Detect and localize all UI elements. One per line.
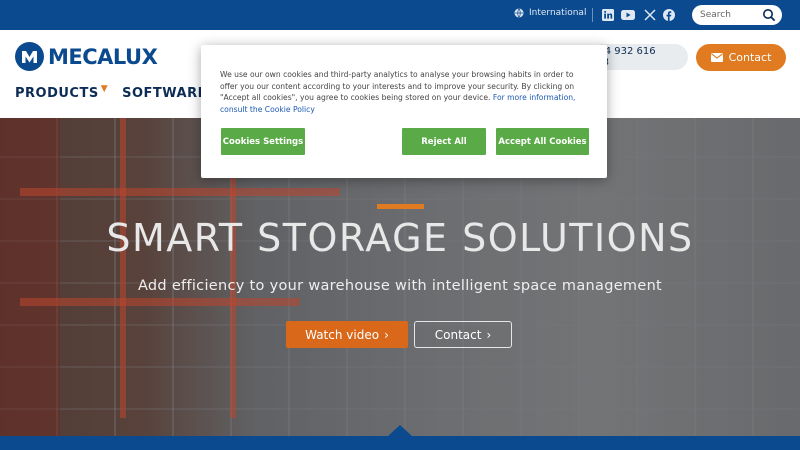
top-utility-bar: International xyxy=(0,0,800,30)
chevron-right-icon: › xyxy=(384,327,389,342)
hero-bg-rack xyxy=(20,188,340,196)
mecalux-logo[interactable]: MECALUX xyxy=(15,42,158,71)
hero-title: SMART STORAGE SOLUTIONS xyxy=(106,216,694,260)
reject-all-button[interactable]: Reject All xyxy=(402,128,486,155)
search-input[interactable] xyxy=(700,8,760,22)
hero-accent-bar xyxy=(377,204,424,209)
watch-video-label: Watch video xyxy=(305,327,380,342)
hero-subtitle: Add efficiency to your warehouse with in… xyxy=(137,278,663,294)
chevron-down-icon: ▼ xyxy=(100,84,109,94)
header-contact-label: Contact xyxy=(728,51,772,64)
hero-contact-button[interactable]: Contact › xyxy=(414,321,512,348)
cookies-settings-button[interactable]: Cookies Settings xyxy=(221,128,305,155)
logo-text: MECALUX xyxy=(48,44,158,69)
reject-all-label: Reject All xyxy=(421,136,467,147)
envelope-icon xyxy=(710,53,723,62)
hero-contact-label: Contact xyxy=(434,327,482,342)
nav-item-label: PRODUCTS xyxy=(15,86,99,101)
youtube-icon[interactable] xyxy=(621,8,635,21)
facebook-icon[interactable] xyxy=(662,8,675,21)
accept-all-cookies-button[interactable]: Accept All Cookies xyxy=(496,128,589,155)
cookies-settings-label: Cookies Settings xyxy=(222,136,304,147)
cookie-text-block: We use our own cookies and third-party a… xyxy=(220,69,592,115)
hero-bottom-strip xyxy=(0,436,800,450)
watch-video-button[interactable]: Watch video › xyxy=(286,321,408,348)
international-label: International xyxy=(529,8,587,18)
header-contact-button[interactable]: Contact xyxy=(696,44,786,71)
nav-item-label: SOFTWARE xyxy=(122,86,208,101)
search-box xyxy=(692,5,782,25)
divider xyxy=(592,8,593,22)
linkedin-icon[interactable] xyxy=(601,8,614,21)
chevron-right-icon: › xyxy=(486,327,492,342)
logo-mark-icon xyxy=(15,42,44,71)
cookie-consent-dialog: We use our own cookies and third-party a… xyxy=(201,45,607,178)
hero-bg-rack xyxy=(20,298,300,306)
globe-icon xyxy=(514,8,524,18)
nav-item-products[interactable]: PRODUCTS ▼ xyxy=(15,84,109,101)
scroll-down-tab[interactable] xyxy=(388,425,412,436)
accept-all-label: Accept All Cookies xyxy=(498,136,587,147)
x-icon[interactable] xyxy=(643,8,656,21)
hero-bg-rack xyxy=(120,118,126,418)
international-selector[interactable]: International xyxy=(514,8,586,18)
search-icon[interactable] xyxy=(762,8,776,22)
